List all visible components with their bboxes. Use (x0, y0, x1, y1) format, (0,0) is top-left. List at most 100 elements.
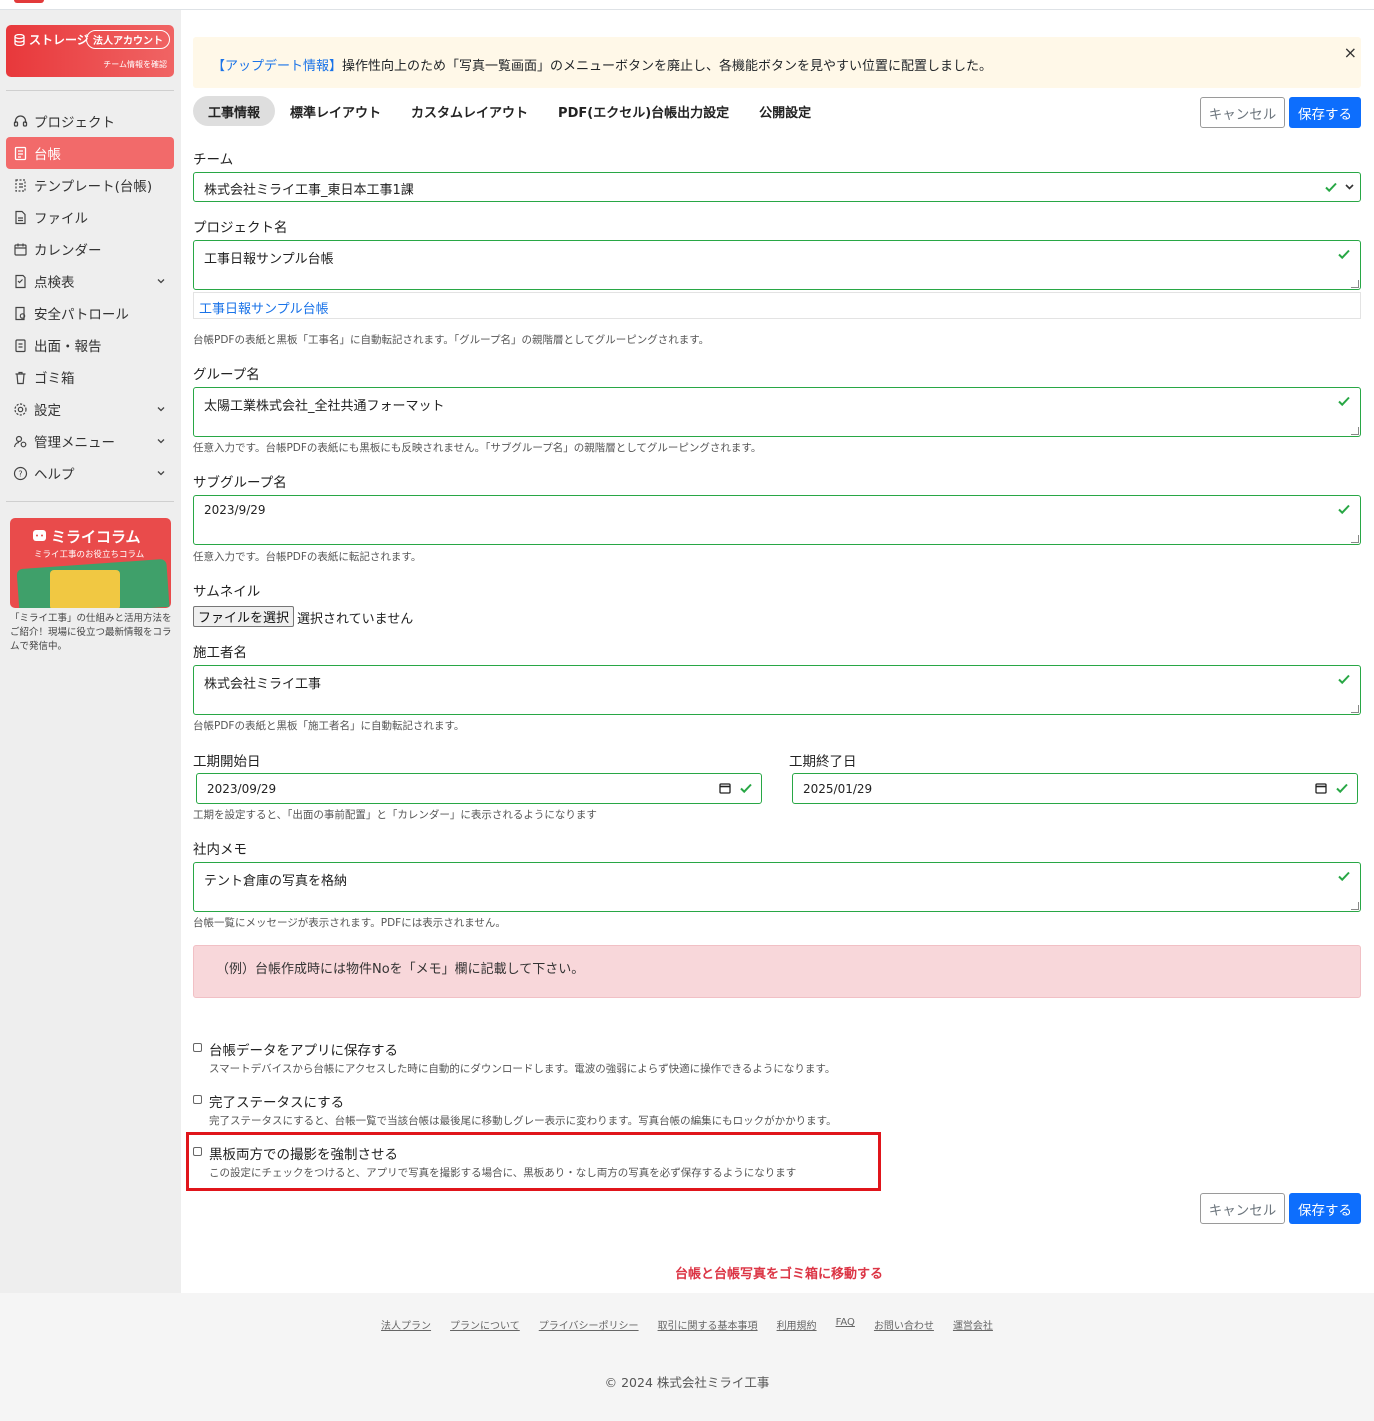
sidebar-item-template[interactable]: テンプレート(台帳) (6, 169, 174, 201)
sidebar-item-label: 安全パトロール (34, 307, 129, 323)
resize-handle[interactable] (1351, 427, 1359, 435)
storage-title-text: ストレージ (29, 33, 89, 47)
sidebar-item-ledger[interactable]: 台帳 (6, 137, 174, 169)
calendar-icon[interactable] (719, 782, 731, 798)
tab-custom-layout[interactable]: カスタムレイアウト (396, 96, 543, 126)
chevron-down-icon[interactable] (156, 402, 166, 418)
end-date-label: 工期終了日 (789, 754, 857, 770)
calendar-icon[interactable] (1315, 782, 1327, 798)
sidebar-item-calendar[interactable]: カレンダー (6, 233, 174, 265)
sidebar-item-label: 出面・報告 (34, 339, 102, 355)
svg-text:?: ? (18, 469, 22, 478)
subgroup-name-value: 2023/9/29 (204, 503, 266, 517)
end-date-value: 2025/01/29 (803, 782, 873, 796)
resize-handle[interactable] (1351, 902, 1359, 910)
footer: 法人プラン プランについて プライバシーポリシー 取引に関する基本事項 利用規約… (0, 1293, 1374, 1421)
footer-link[interactable]: お問い合わせ (874, 1317, 934, 1332)
main-content: 【アップデート情報】操作性向上のため「写真一覧画面」のメニューボタンを廃止し、各… (181, 10, 1374, 1293)
project-name-hint: 台帳PDFの表紙と黒板「工事名」に自動転記されます。「グループ名」の親階層として… (193, 334, 710, 346)
sidebar-item-file[interactable]: ファイル (6, 201, 174, 233)
chevron-down-icon[interactable] (156, 274, 166, 290)
save-to-app-checkbox[interactable] (193, 1043, 202, 1052)
tab-standard-layout[interactable]: 標準レイアウト (275, 96, 396, 126)
footer-link[interactable]: 運営会社 (953, 1317, 993, 1332)
subgroup-name-field[interactable]: 2023/9/29 (193, 495, 1361, 545)
sidebar-item-label: ヘルプ (34, 467, 75, 483)
footer-link[interactable]: 取引に関する基本事項 (658, 1317, 758, 1332)
force-both-blackboard-checkbox[interactable] (193, 1147, 202, 1156)
sidebar-item-admin[interactable]: 管理メニュー (6, 425, 174, 457)
sidebar-item-label: 点検表 (34, 275, 75, 291)
chevron-down-icon[interactable] (156, 434, 166, 450)
footer-link[interactable]: FAQ (836, 1317, 855, 1332)
memo-field[interactable]: テント倉庫の写真を格納 (193, 862, 1361, 912)
sidebar-nav: プロジェクト 台帳 テンプレート(台帳) ファイル カレンダー 点検表 安全パト… (6, 105, 174, 489)
sidebar-item-label: カレンダー (34, 243, 102, 259)
resize-handle[interactable] (1351, 280, 1359, 288)
chevron-down-icon[interactable] (156, 466, 166, 482)
sidebar-item-report[interactable]: 出面・報告 (6, 329, 174, 361)
sidebar-item-help[interactable]: ? ヘルプ (6, 457, 174, 489)
tab-project-info[interactable]: 工事情報 (193, 96, 276, 126)
cancel-button-bottom[interactable]: キャンセル (1200, 1193, 1285, 1224)
save-button-bottom[interactable]: 保存する (1289, 1193, 1361, 1224)
notice-body: 操作性向上のため「写真一覧画面」のメニューボタンを廃止し、各機能ボタンを見やすい… (342, 59, 993, 74)
contractor-field[interactable]: 株式会社ミライ工事 (193, 665, 1361, 715)
option-label[interactable]: 台帳データをアプリに保存する (209, 1039, 398, 1059)
end-date-input[interactable]: 2025/01/29 (792, 773, 1358, 804)
sidebar-item-project[interactable]: プロジェクト (6, 105, 174, 137)
column-title: ミライコラム (32, 526, 141, 547)
option-label[interactable]: 完了ステータスにする (209, 1091, 344, 1111)
check-icon (1335, 781, 1349, 799)
sidebar: ストレージ 法人アカウント チーム情報を確認 プロジェクト 台帳 テンプレート(… (0, 10, 181, 1293)
tab-pdf-settings[interactable]: PDF(エクセル)台帳出力設定 (543, 96, 744, 126)
patrol-icon (13, 306, 28, 321)
check-icon (1337, 502, 1351, 520)
admin-icon (13, 434, 28, 449)
sidebar-item-patrol[interactable]: 安全パトロール (6, 297, 174, 329)
close-icon[interactable]: × (1344, 43, 1357, 62)
sidebar-item-trash[interactable]: ゴミ箱 (6, 361, 174, 393)
save-button[interactable]: 保存する (1289, 97, 1361, 128)
sidebar-item-checklist[interactable]: 点検表 (6, 265, 174, 297)
check-icon (1337, 247, 1351, 265)
project-name-field[interactable]: 工事日報サンプル台帳 (193, 240, 1361, 290)
choose-file-button[interactable]: ファイルを選択 (193, 606, 294, 627)
resize-handle[interactable] (1351, 535, 1359, 543)
cancel-button[interactable]: キャンセル (1200, 97, 1285, 128)
sidebar-item-label: 設定 (34, 403, 61, 419)
banner-illustration (50, 570, 120, 608)
chevron-down-icon (1344, 181, 1355, 196)
footer-link[interactable]: プライバシーポリシー (539, 1317, 639, 1332)
chat-bubble-icon (33, 530, 46, 541)
team-info-link[interactable]: チーム情報を確認 (103, 59, 167, 70)
option-label[interactable]: 黒板両方での撮影を強制させる (209, 1143, 398, 1163)
autocomplete-suggestion[interactable]: 工事日報サンプル台帳 (193, 292, 1361, 319)
start-date-value: 2023/09/29 (207, 782, 277, 796)
team-value: 株式会社ミライ工事_東日本工事1課 (204, 183, 414, 198)
start-date-input[interactable]: 2023/09/29 (196, 773, 762, 804)
app-logo[interactable] (14, 0, 44, 3)
sidebar-item-label: テンプレート(台帳) (34, 179, 153, 195)
footer-links: 法人プラン プランについて プライバシーポリシー 取引に関する基本事項 利用規約… (0, 1317, 1374, 1332)
update-info-link[interactable]: 【アップデート情報】 (212, 59, 342, 74)
group-name-field[interactable]: 太陽工業株式会社_全社共通フォーマット (193, 387, 1361, 437)
column-subtitle: ミライ工事のお役立ちコラム (34, 550, 145, 560)
resize-handle[interactable] (1351, 705, 1359, 713)
storage-card[interactable]: ストレージ 法人アカウント チーム情報を確認 (6, 25, 174, 77)
column-description: 「ミライ工事」の仕組みと活用方法をご紹介！現場に役立つ最新情報をコラムで発信中。 (10, 613, 172, 652)
column-banner[interactable]: ミライコラム ミライ工事のお役立ちコラム (10, 518, 171, 608)
tab-publish-settings[interactable]: 公開設定 (744, 96, 826, 126)
move-to-trash-link[interactable]: 台帳と台帳写真をゴミ箱に移動する (675, 1263, 883, 1282)
suggestion-text[interactable]: 工事日報サンプル台帳 (199, 298, 329, 317)
group-name-value: 太陽工業株式会社_全社共通フォーマット (204, 399, 445, 414)
check-icon (1337, 394, 1351, 412)
footer-link[interactable]: 法人プラン (381, 1317, 431, 1332)
complete-status-checkbox[interactable] (193, 1095, 202, 1104)
sidebar-item-settings[interactable]: 設定 (6, 393, 174, 425)
sidebar-item-label: ゴミ箱 (34, 371, 75, 387)
footer-link[interactable]: 利用規約 (777, 1317, 817, 1332)
team-select[interactable]: 株式会社ミライ工事_東日本工事1課 (193, 172, 1361, 202)
subgroup-name-label: サブグループ名 (193, 475, 287, 491)
footer-link[interactable]: プランについて (450, 1317, 520, 1332)
